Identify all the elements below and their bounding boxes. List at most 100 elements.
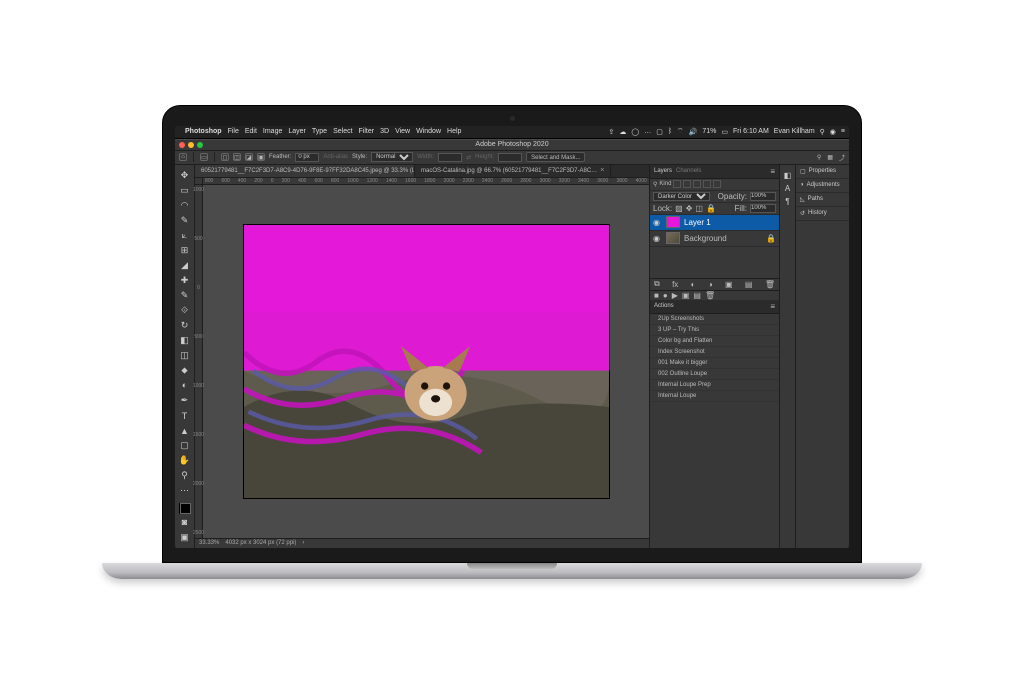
layers-filter-row[interactable]: ⚲ Kind: [650, 179, 779, 191]
menu-file[interactable]: File: [228, 128, 239, 135]
fx-icon[interactable]: fx: [672, 280, 678, 289]
type-tool[interactable]: T: [177, 409, 192, 422]
menubar-app-name[interactable]: Photoshop: [185, 128, 222, 135]
layers-panel-tabs[interactable]: Layers Channels ≡: [650, 165, 779, 179]
marquee-tool-icon[interactable]: ▭: [200, 153, 208, 161]
macos-menubar[interactable]: Photoshop File Edit Image Layer Type Sel…: [175, 126, 849, 139]
height-input[interactable]: [498, 153, 522, 162]
history-panel-tab[interactable]: ↺ History: [796, 207, 849, 221]
menu-help[interactable]: Help: [447, 128, 461, 135]
style-select[interactable]: Normal: [371, 152, 413, 162]
ruler-horizontal[interactable]: 800 600 400 200 0 200 400 600 800 1000 1…: [195, 177, 649, 185]
status-bar[interactable]: 33.33% 4032 px x 3024 px (72 ppi) ›: [195, 538, 649, 548]
blur-tool[interactable]: ⬥: [177, 364, 192, 377]
zoom-tool[interactable]: ⚲: [177, 469, 192, 482]
menu-layer[interactable]: Layer: [288, 128, 306, 135]
brush-tool[interactable]: ✎: [177, 289, 192, 302]
stop-icon[interactable]: ■: [654, 291, 659, 300]
filter-shape-icon[interactable]: [703, 180, 711, 188]
selection-intersect-icon[interactable]: ▣: [257, 153, 265, 161]
tab-actions[interactable]: Actions: [654, 303, 674, 309]
doc-dimensions[interactable]: 4032 px x 3024 px (72 ppi): [225, 540, 296, 546]
eyedropper-tool[interactable]: ◢: [177, 259, 192, 272]
right-collapsed-panels[interactable]: ▢ Properties ◑ Adjustments ◺ Paths ↺: [795, 165, 849, 548]
actions-panel[interactable]: ■ ● ▶ ▣ ▤ 🗑 Actions ≡ 2Up Sc: [650, 290, 779, 402]
para-panel-icon[interactable]: ¶: [785, 197, 789, 206]
action-row[interactable]: Index Screenshot: [650, 347, 779, 358]
layers-lock-row[interactable]: Lock: ▨ ✥ ◫ 🔒 Fill:: [650, 203, 779, 215]
bluetooth-icon[interactable]: ᛒ: [668, 128, 672, 135]
action-row[interactable]: 2Up Screenshots: [650, 314, 779, 325]
paths-panel-tab[interactable]: ◺ Paths: [796, 193, 849, 207]
new-layer-icon[interactable]: ▤: [745, 280, 753, 289]
selection-add-icon[interactable]: ◫: [233, 153, 241, 161]
frame-tool[interactable]: ⊞: [177, 244, 192, 257]
window-controls[interactable]: [179, 142, 203, 148]
layers-panel[interactable]: Layers Channels ≡ ⚲ Kind: [650, 165, 779, 290]
cloud-icon[interactable]: ☁: [619, 128, 626, 136]
menu-type[interactable]: Type: [312, 128, 327, 135]
dropbox-icon[interactable]: ⇪: [609, 128, 615, 136]
mask-icon[interactable]: ◐: [691, 280, 696, 289]
record-icon[interactable]: ●: [663, 291, 668, 300]
cc-icon[interactable]: ◯: [631, 128, 639, 136]
feather-input[interactable]: [295, 153, 319, 162]
spotlight-icon[interactable]: ⚲: [820, 128, 825, 136]
actions-controls[interactable]: ■ ● ▶ ▣ ▤ 🗑: [650, 290, 779, 300]
char-panel-icon[interactable]: A: [785, 184, 790, 193]
history-brush-tool[interactable]: ↻: [177, 319, 192, 332]
marquee-tool[interactable]: ▭: [177, 184, 192, 197]
menu-select[interactable]: Select: [333, 128, 352, 135]
volume-icon[interactable]: 🔊: [689, 128, 698, 136]
lock-position-icon[interactable]: ✥: [686, 204, 693, 213]
menu-window[interactable]: Window: [416, 128, 441, 135]
share-icon[interactable]: ⤴: [839, 153, 845, 162]
new-action-icon[interactable]: ▤: [693, 291, 701, 300]
path-select-tool[interactable]: ▲: [177, 424, 192, 437]
system-tray[interactable]: ⇪ ☁ ◯ … ▢ ᛒ ⌔ 🔊 71% ▭ Fri 6:10 AM Evan K…: [609, 127, 846, 136]
canvas-image[interactable]: [244, 225, 609, 498]
action-row[interactable]: 001 Make it bigger: [650, 358, 779, 369]
edit-toolbar[interactable]: ⋯: [177, 484, 192, 497]
layer-name[interactable]: Background: [684, 234, 727, 243]
eraser-tool[interactable]: ◧: [177, 334, 192, 347]
layers-footer[interactable]: ⧉ fx ◐ ◑ ▣ ▤ 🗑: [650, 278, 779, 290]
screen-mode-icon[interactable]: ▣: [177, 531, 192, 544]
wifi-icon[interactable]: ⌔: [677, 127, 684, 136]
ruler-vertical[interactable]: 1000 500 0 500 1000 1500 2000 2500: [195, 185, 203, 538]
healing-brush-tool[interactable]: ✚: [177, 274, 192, 287]
options-bar[interactable]: ⌂ ▭ ◻ ◫ ◪ ▣ Feather: Anti-alias Style: N…: [175, 151, 849, 165]
lasso-tool[interactable]: ◠: [177, 199, 192, 212]
action-row[interactable]: Color bg and Flatten: [650, 336, 779, 347]
lock-pixels-icon[interactable]: ▨: [675, 204, 683, 213]
layers-blend-row[interactable]: Darker Color Opacity:: [650, 191, 779, 203]
clone-stamp-tool[interactable]: ⟐: [177, 304, 192, 317]
maximize-button[interactable]: [197, 142, 203, 148]
visibility-icon[interactable]: ◉: [653, 234, 662, 243]
close-button[interactable]: [179, 142, 185, 148]
filter-pixel-icon[interactable]: [673, 180, 681, 188]
menu-view[interactable]: View: [395, 128, 410, 135]
status-chevron-icon[interactable]: ›: [302, 540, 304, 546]
layer-row[interactable]: ◉ Layer 1: [650, 215, 779, 231]
trash-icon[interactable]: 🗑: [765, 280, 775, 289]
more-icon[interactable]: …: [644, 128, 651, 135]
actions-panel-tab[interactable]: Actions ≡: [650, 300, 779, 314]
window-titlebar[interactable]: Adobe Photoshop 2020: [175, 139, 849, 151]
quick-mask-icon[interactable]: ◙: [177, 516, 192, 529]
clock[interactable]: Fri 6:10 AM: [733, 128, 769, 135]
workspace-icon[interactable]: ▦: [827, 154, 833, 161]
adjustment-icon[interactable]: ◑: [708, 280, 713, 289]
close-tab-icon[interactable]: ×: [600, 167, 604, 174]
trash-icon[interactable]: 🗑: [705, 291, 715, 300]
battery-icon[interactable]: ▭: [721, 128, 728, 136]
filter-smart-icon[interactable]: [713, 180, 721, 188]
gradient-tool[interactable]: ◫: [177, 349, 192, 362]
dodge-tool[interactable]: ◐: [177, 379, 192, 392]
quick-select-tool[interactable]: ✎: [177, 214, 192, 227]
home-icon[interactable]: ⌂: [179, 153, 187, 161]
fill-input[interactable]: [750, 204, 776, 213]
swap-icon[interactable]: ⇄: [466, 154, 471, 161]
group-icon[interactable]: ▣: [725, 280, 733, 289]
panel-menu-icon[interactable]: ≡: [770, 167, 775, 176]
